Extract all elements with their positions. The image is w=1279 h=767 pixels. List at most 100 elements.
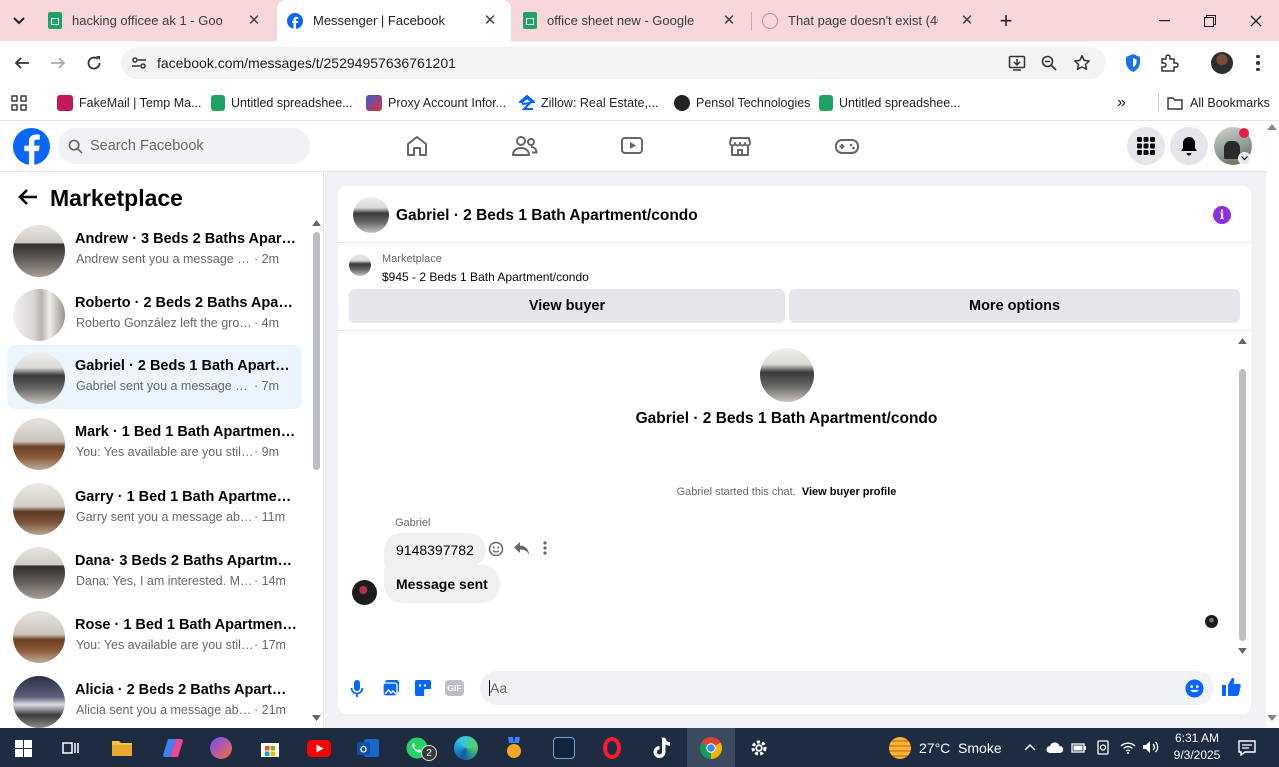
- opera-icon[interactable]: [596, 732, 628, 764]
- edge-icon[interactable]: [450, 732, 482, 764]
- chat-scroll-down-arrow[interactable]: [1238, 648, 1247, 654]
- clock-date[interactable]: 9/3/2025: [1170, 748, 1224, 762]
- weather-text[interactable]: 27°C Smoke: [919, 740, 1002, 756]
- notifications-bell-icon[interactable]: [1170, 127, 1208, 165]
- app-icon-medal[interactable]: [498, 732, 530, 764]
- react-emoji-icon[interactable]: [488, 541, 504, 557]
- thumbs-up-icon[interactable]: [1221, 677, 1241, 697]
- more-options-button[interactable]: More options: [789, 289, 1240, 323]
- microsoft-store-icon[interactable]: [254, 732, 286, 764]
- profile-avatar[interactable]: [1211, 52, 1233, 74]
- facebook-search-input[interactable]: Search Facebook: [58, 128, 310, 164]
- photo-icon[interactable]: [382, 679, 400, 697]
- wifi-icon[interactable]: [1120, 741, 1136, 754]
- list-scrollbar[interactable]: [313, 232, 320, 470]
- message-bubble[interactable]: 9148397782: [384, 533, 486, 567]
- friends-icon[interactable]: [510, 131, 540, 161]
- bookmark-star-icon[interactable]: [1073, 54, 1091, 72]
- listing-title[interactable]: $945 - 2 Beds 1 Bath Apartment/condo: [382, 270, 589, 284]
- app-icon-purple[interactable]: [205, 732, 237, 764]
- home-icon[interactable]: [402, 131, 432, 161]
- tray-chevron-icon[interactable]: [1024, 743, 1036, 751]
- site-settings-icon[interactable]: [131, 55, 147, 71]
- reply-icon[interactable]: [513, 541, 530, 556]
- sticker-icon[interactable]: [414, 679, 432, 697]
- copilot-icon[interactable]: [157, 732, 189, 764]
- new-tab-button[interactable]: +: [990, 0, 1022, 41]
- facebook-logo[interactable]: [13, 128, 50, 165]
- display-icon[interactable]: [1096, 740, 1110, 755]
- view-buyer-button[interactable]: View buyer: [349, 289, 785, 323]
- browser-tab-1[interactable]: hacking officee ak 1 - Google Sh ✕: [38, 0, 275, 41]
- tab-search-chevron-icon[interactable]: [0, 0, 38, 41]
- close-window-button[interactable]: [1233, 0, 1279, 41]
- message-bubble[interactable]: Message sent: [384, 565, 500, 603]
- more-bookmarks-chevron-icon[interactable]: »: [1117, 92, 1126, 114]
- chat-scroll-up-arrow[interactable]: [1238, 338, 1247, 344]
- conversation-item[interactable]: Andrew · 3 Beds 2 Baths Apartm... Andrew…: [7, 218, 302, 282]
- list-scroll-down-arrow[interactable]: [312, 715, 321, 721]
- emoji-icon[interactable]: [1185, 679, 1204, 698]
- bookmark-spreadsheet-2[interactable]: Untitled spreadshee...: [819, 92, 961, 114]
- message-input[interactable]: Aa: [480, 671, 1214, 705]
- conversation-item[interactable]: Garry · 1 Bed 1 Bath Apartment/... Garry…: [7, 476, 302, 540]
- file-explorer-icon[interactable]: [106, 732, 138, 764]
- listing-thumbnail[interactable]: [349, 254, 371, 276]
- account-chevron-icon[interactable]: [1238, 152, 1251, 165]
- clock-time[interactable]: 6:31 AM: [1172, 731, 1222, 745]
- marketplace-icon[interactable]: [725, 131, 755, 161]
- windows-start-icon[interactable]: [7, 732, 39, 764]
- view-buyer-profile-link[interactable]: View buyer profile: [802, 486, 897, 498]
- bookmark-pensol[interactable]: Pensol Technologies: [674, 92, 810, 114]
- back-arrow-icon[interactable]: [18, 188, 38, 206]
- video-icon[interactable]: [617, 131, 647, 161]
- restore-button[interactable]: [1187, 0, 1233, 41]
- bookmark-spreadsheet-1[interactable]: Untitled spreadshee...: [211, 92, 353, 114]
- address-bar[interactable]: facebook.com/messages/t/2529495763676120…: [121, 47, 1106, 79]
- browser-menu-icon[interactable]: [1250, 53, 1266, 73]
- apps-grid-icon[interactable]: [11, 95, 27, 111]
- install-app-icon[interactable]: [1008, 54, 1026, 72]
- page-scroll-down-arrow[interactable]: [1267, 715, 1279, 723]
- close-icon[interactable]: ✕: [481, 11, 499, 29]
- bookmark-zillow[interactable]: Zillow: Real Estate,...: [519, 92, 658, 114]
- chat-scrollbar[interactable]: [1239, 369, 1246, 641]
- volume-icon[interactable]: [1142, 740, 1159, 754]
- all-bookmarks-button[interactable]: All Bookmarks: [1167, 92, 1270, 114]
- outlook-icon[interactable]: O: [352, 732, 384, 764]
- shield-extension-icon[interactable]: [1124, 53, 1142, 73]
- conversation-item[interactable]: Roberto · 2 Beds 2 Baths Apart... Robert…: [7, 282, 302, 346]
- weather-icon[interactable]: [889, 737, 911, 759]
- chrome-icon[interactable]: [687, 728, 735, 767]
- bookmark-fakemail[interactable]: FakeMail | Temp Ma...: [57, 92, 202, 114]
- conversation-item[interactable]: Rose · 1 Bed 1 Bath Apartment/c... You: …: [7, 604, 302, 668]
- browser-tab-2[interactable]: Messenger | Facebook ✕: [277, 0, 511, 41]
- settings-gear-icon[interactable]: [743, 732, 775, 764]
- conversation-item[interactable]: Mark · 1 Bed 1 Bath Apartment/... You: Y…: [7, 411, 302, 475]
- chat-avatar[interactable]: [353, 197, 389, 233]
- battery-icon[interactable]: [1071, 741, 1087, 754]
- close-icon[interactable]: ✕: [720, 11, 738, 29]
- microphone-icon[interactable]: [350, 679, 364, 699]
- chat-title[interactable]: Gabriel · 2 Beds 1 Bath Apartment/condo: [396, 207, 698, 225]
- menu-grid-icon[interactable]: [1127, 127, 1165, 165]
- back-arrow-icon[interactable]: [8, 49, 36, 77]
- browser-tab-3[interactable]: office sheet new - Google Shee ✕: [513, 0, 750, 41]
- onedrive-icon[interactable]: [1046, 741, 1064, 754]
- browser-tab-4[interactable]: That page doesn't exist (404) - F ✕: [752, 0, 988, 41]
- notification-center-icon[interactable]: [1238, 740, 1256, 756]
- conversation-item[interactable]: Dana· 3 Beds 2 Baths Apartmen... Dana: Y…: [7, 540, 302, 604]
- close-icon[interactable]: ✕: [958, 11, 976, 29]
- close-icon[interactable]: ✕: [245, 11, 263, 29]
- conversation-item-selected[interactable]: Gabriel · 2 Beds 1 Bath Apartme... Gabri…: [7, 345, 302, 409]
- zoom-icon[interactable]: [1041, 55, 1057, 71]
- page-scroll-up-arrow[interactable]: [1267, 124, 1279, 134]
- task-view-icon[interactable]: [55, 732, 87, 764]
- info-icon[interactable]: i: [1213, 206, 1231, 224]
- more-actions-icon[interactable]: [543, 541, 547, 555]
- forward-arrow-icon[interactable]: [44, 49, 72, 77]
- list-scroll-up-arrow[interactable]: [312, 220, 321, 226]
- gif-icon[interactable]: GIF: [445, 680, 464, 696]
- tiktok-icon[interactable]: [645, 732, 677, 764]
- minimize-button[interactable]: [1141, 0, 1187, 41]
